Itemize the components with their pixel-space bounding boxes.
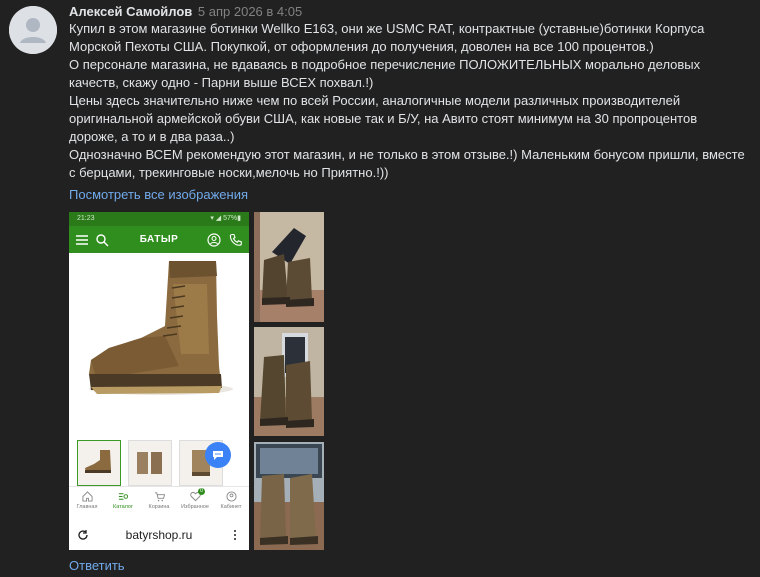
more-options-icon [234, 530, 236, 540]
default-avatar-icon [9, 6, 57, 54]
catalog-icon [118, 493, 128, 500]
post-header: Алексей Самойлов 5 апр 2026 в 4:05 [69, 3, 302, 20]
boots-on-desk-image [254, 442, 324, 550]
url-text: batyrshop.ru [125, 528, 193, 542]
post-paragraph: Купил в этом магазине ботинки Wellko E16… [69, 21, 705, 54]
see-all-images-link[interactable]: Посмотреть все изображения [69, 186, 248, 203]
account-icon [207, 232, 221, 247]
avatar[interactable] [9, 6, 57, 54]
status-indicators: ▾ ◢ 57%▮ [210, 215, 241, 222]
boots-with-packaged-socks-image [254, 327, 324, 436]
thumbnail-boot-pair[interactable] [128, 440, 172, 486]
cart-icon [154, 492, 165, 502]
phone-status-bar: 21:23 ▾ ◢ 57%▮ [69, 212, 249, 226]
reload-icon [78, 530, 88, 540]
boots-with-socks-image [254, 212, 324, 322]
boot-product-image [69, 256, 249, 436]
home-icon [81, 491, 93, 502]
nav-label: Избранное [181, 504, 209, 510]
nav-label: Каталог [113, 504, 133, 510]
nav-account[interactable]: Кабинет [214, 491, 248, 518]
browser-url-bar: batyrshop.ru [77, 524, 241, 546]
boots-photo-1[interactable] [254, 212, 324, 322]
phone-screenshot-image[interactable]: 21:23 ▾ ◢ 57%▮ БАТЫР Главная Каталог Кор… [69, 212, 249, 550]
post-text: Купил в этом магазине ботинки Wellko E16… [69, 20, 749, 182]
chat-icon [213, 451, 223, 460]
boot-thumbnail-image [137, 452, 162, 474]
status-time: 21:23 [77, 215, 95, 222]
shop-bottom-nav: Главная Каталог Корзина 0 Избранное Каби… [69, 486, 249, 518]
nav-label: Кабинет [220, 504, 242, 510]
user-icon [225, 491, 237, 502]
nav-catalog[interactable]: Каталог [106, 491, 140, 518]
phone-icon [229, 233, 242, 246]
boots-photo-2[interactable] [254, 327, 324, 436]
search-icon [96, 233, 109, 246]
product-thumbnails [77, 440, 223, 486]
nav-label: Главная [76, 504, 98, 510]
favorites-badge: 0 [198, 488, 205, 495]
chat-button[interactable] [205, 442, 231, 468]
nav-cart[interactable]: Корзина [142, 491, 176, 518]
post-paragraph: Цены здесь значительно ниже чем по всей … [69, 93, 698, 144]
boot-thumbnail-image [85, 450, 111, 473]
author-name[interactable]: Алексей Самойлов [69, 4, 192, 19]
boots-photo-3[interactable] [254, 442, 324, 550]
post-date[interactable]: 5 апр 2026 в 4:05 [198, 4, 302, 19]
reply-link[interactable]: Ответить [69, 557, 125, 574]
nav-label: Корзина [148, 504, 170, 510]
menu-icon [76, 234, 88, 245]
nav-favorites[interactable]: 0 Избранное [178, 488, 212, 518]
thumbnail-boot-side[interactable] [77, 440, 121, 486]
shop-app-bar: БАТЫР [69, 226, 249, 253]
post-paragraph: О персонале магазина, не вдаваясь в подр… [69, 57, 701, 90]
nav-home[interactable]: Главная [70, 491, 104, 518]
post-paragraph: Однозначно ВСЕМ рекомендую этот магазин,… [69, 147, 745, 180]
